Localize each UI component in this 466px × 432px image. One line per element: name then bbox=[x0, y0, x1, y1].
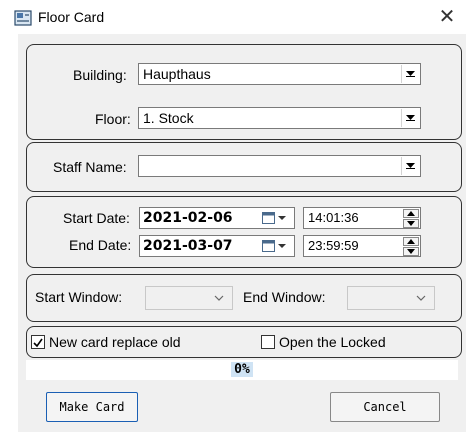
building-label: Building: bbox=[73, 67, 127, 83]
open-locked-label[interactable]: Open the Locked bbox=[279, 334, 386, 350]
arrow-down-icon bbox=[407, 249, 415, 254]
location-group: Building: Haupthaus Floor: 1. Stock bbox=[26, 44, 462, 140]
end-window-label: End Window: bbox=[243, 289, 326, 305]
open-locked-checkbox[interactable] bbox=[261, 335, 275, 349]
arrow-up-icon bbox=[407, 211, 415, 216]
windows-group: Start Window: End Window: bbox=[26, 274, 462, 322]
cancel-label: Cancel bbox=[363, 400, 407, 414]
start-date-value: 2021-02-06 bbox=[143, 210, 233, 226]
make-card-label: Make Card bbox=[59, 400, 125, 414]
caret-down-icon bbox=[406, 163, 415, 169]
card-app-icon bbox=[14, 10, 32, 26]
building-dropdown-button[interactable] bbox=[401, 65, 419, 83]
chevron-down-icon bbox=[416, 295, 426, 301]
arrow-up-icon bbox=[407, 239, 415, 244]
spin-up-button[interactable] bbox=[403, 237, 419, 246]
floor-dropdown-button[interactable] bbox=[401, 109, 419, 127]
calendar-dropdown-icon[interactable] bbox=[262, 212, 288, 224]
start-time-input[interactable]: 14:01:36 bbox=[303, 207, 421, 229]
floor-select[interactable]: 1. Stock bbox=[138, 107, 421, 129]
dialog-body: Building: Haupthaus Floor: 1. Stock Staf… bbox=[18, 34, 466, 432]
end-time-value: 23:59:59 bbox=[308, 238, 359, 253]
window-title: Floor Card bbox=[38, 9, 105, 25]
building-select[interactable]: Haupthaus bbox=[138, 63, 421, 85]
dates-group: Start Date: 2021-02-06 14:01:36 End Date… bbox=[26, 196, 462, 268]
caret-down-icon bbox=[406, 115, 415, 121]
chevron-down-icon bbox=[214, 295, 224, 301]
start-time-spinner[interactable] bbox=[403, 209, 419, 228]
start-date-picker[interactable]: 2021-02-06 bbox=[139, 207, 295, 229]
start-date-label: Start Date: bbox=[63, 210, 130, 226]
floor-label: Floor: bbox=[95, 111, 131, 127]
spin-down-button[interactable] bbox=[403, 247, 419, 256]
end-date-value: 2021-03-07 bbox=[143, 238, 233, 254]
end-time-input[interactable]: 23:59:59 bbox=[303, 235, 421, 257]
make-card-button[interactable]: Make Card bbox=[46, 392, 138, 422]
end-window-select[interactable] bbox=[347, 286, 435, 310]
caret-down-icon bbox=[406, 71, 415, 77]
end-time-spinner[interactable] bbox=[403, 237, 419, 256]
close-button[interactable]: ✕ bbox=[434, 4, 460, 30]
floor-value: 1. Stock bbox=[143, 110, 194, 126]
options-group: New card replace old Open the Locked bbox=[26, 326, 462, 358]
replace-old-label[interactable]: New card replace old bbox=[49, 334, 181, 350]
end-date-label: End Date: bbox=[69, 237, 132, 253]
replace-old-checkbox[interactable] bbox=[31, 335, 45, 349]
cancel-button[interactable]: Cancel bbox=[330, 392, 440, 422]
calendar-dropdown-icon[interactable] bbox=[262, 240, 288, 252]
title-bar: Floor Card ✕ bbox=[0, 0, 466, 34]
progress-bar: 0% bbox=[26, 360, 458, 380]
staff-group: Staff Name: bbox=[26, 142, 462, 192]
staff-dropdown-button[interactable] bbox=[401, 157, 419, 175]
start-time-value: 14:01:36 bbox=[308, 210, 359, 225]
staff-name-select[interactable] bbox=[138, 155, 421, 177]
staff-name-label: Staff Name: bbox=[53, 159, 127, 175]
progress-text: 0% bbox=[231, 362, 253, 377]
end-date-picker[interactable]: 2021-03-07 bbox=[139, 235, 295, 257]
arrow-down-icon bbox=[407, 221, 415, 226]
start-window-select[interactable] bbox=[145, 286, 233, 310]
checkmark-icon bbox=[33, 338, 43, 348]
building-value: Haupthaus bbox=[143, 66, 211, 82]
spin-down-button[interactable] bbox=[403, 219, 419, 228]
close-icon: ✕ bbox=[438, 6, 456, 28]
start-window-label: Start Window: bbox=[35, 289, 123, 305]
spin-up-button[interactable] bbox=[403, 209, 419, 218]
